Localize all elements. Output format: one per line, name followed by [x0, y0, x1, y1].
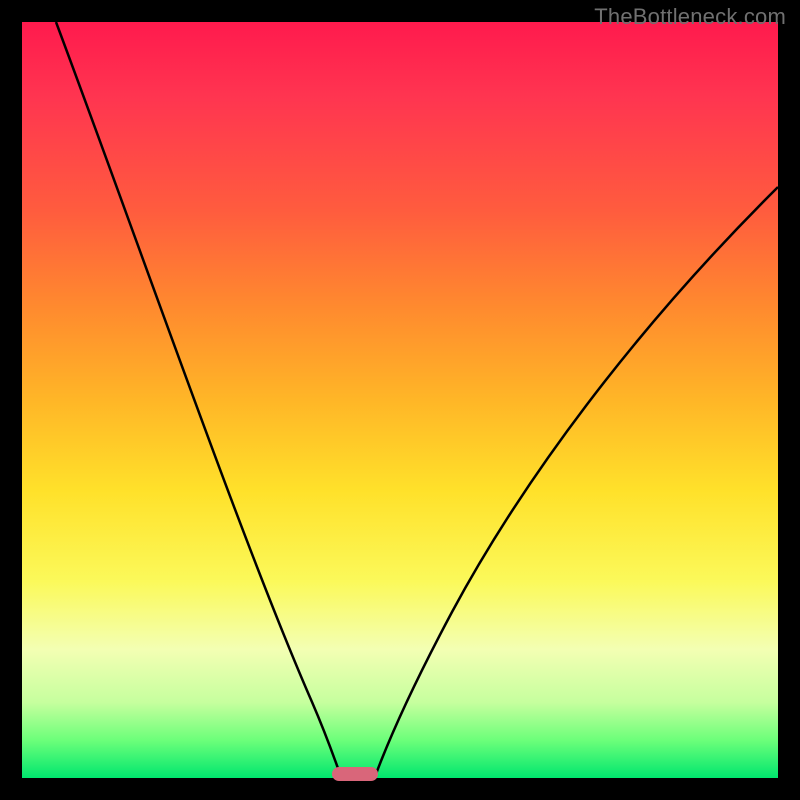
bottleneck-marker [332, 767, 378, 781]
watermark-text: TheBottleneck.com [594, 4, 786, 30]
left-curve [56, 22, 340, 774]
chart-frame [22, 22, 778, 778]
right-curve [376, 187, 778, 774]
bottleneck-curves [22, 22, 778, 778]
